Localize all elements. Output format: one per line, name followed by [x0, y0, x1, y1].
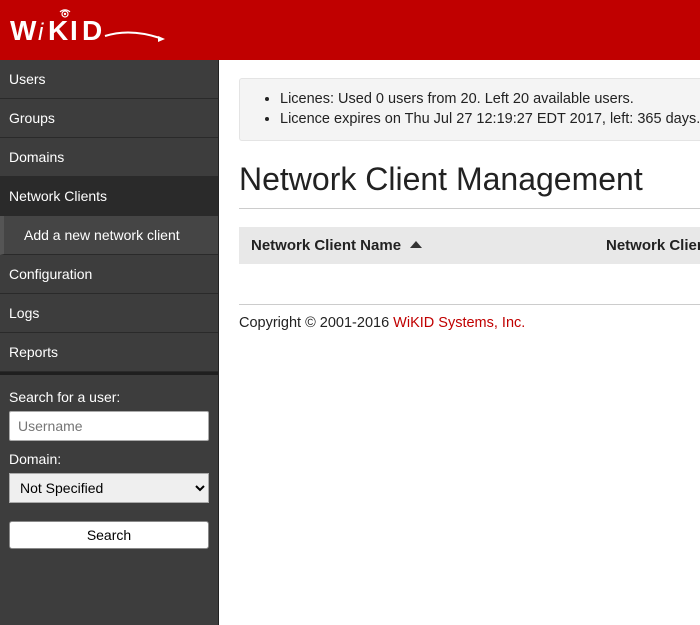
main-content: Licenes: Used 0 users from 20. Left 20 a… — [219, 60, 700, 625]
footer: Copyright © 2001-2016 WiKID Systems, Inc… — [239, 315, 700, 331]
search-user-label: Search for a user: — [9, 389, 209, 405]
column-header-name-label: Network Client Name — [251, 237, 401, 254]
search-user-input[interactable] — [9, 411, 209, 441]
sidebar-item-users[interactable]: Users — [0, 60, 218, 99]
header: W i K I D — [0, 0, 700, 60]
search-panel: Search for a user: Domain: Not Specified… — [0, 372, 218, 563]
copyright-text: Copyright © 2001-2016 — [239, 315, 393, 331]
svg-text:I: I — [70, 15, 78, 46]
sidebar-item-logs[interactable]: Logs — [0, 294, 218, 333]
footer-link[interactable]: WiKID Systems, Inc. — [393, 315, 525, 331]
svg-text:i: i — [38, 19, 44, 46]
sort-desc-icon — [409, 237, 423, 254]
column-header-name[interactable]: Network Client Name — [251, 237, 606, 254]
search-domain-select[interactable]: Not Specified — [9, 473, 209, 503]
title-divider — [239, 208, 700, 209]
svg-text:K: K — [48, 15, 68, 46]
table-header: Network Client Name Network Client IP — [239, 227, 700, 264]
license-line-1: Licenes: Used 0 users from 20. Left 20 a… — [280, 89, 700, 109]
nav: Users Groups Domains Network Clients Add… — [0, 60, 218, 372]
page-title: Network Client Management — [239, 161, 700, 198]
sidebar-item-network-clients[interactable]: Network Clients — [0, 177, 218, 216]
sidebar-item-groups[interactable]: Groups — [0, 99, 218, 138]
sidebar-subitem-add-network-client[interactable]: Add a new network client — [0, 216, 218, 255]
column-header-ip[interactable]: Network Client IP — [606, 237, 700, 254]
sidebar-item-configuration[interactable]: Configuration — [0, 255, 218, 294]
sidebar-item-domains[interactable]: Domains — [0, 138, 218, 177]
sidebar: Users Groups Domains Network Clients Add… — [0, 60, 219, 625]
license-line-2: Licence expires on Thu Jul 27 12:19:27 E… — [280, 109, 700, 129]
svg-text:W: W — [10, 15, 37, 46]
footer-divider — [239, 304, 700, 305]
license-notice: Licenes: Used 0 users from 20. Left 20 a… — [239, 78, 700, 141]
sidebar-item-reports[interactable]: Reports — [0, 333, 218, 372]
svg-text:D: D — [82, 15, 102, 46]
search-button[interactable]: Search — [9, 521, 209, 549]
search-domain-label: Domain: — [9, 451, 209, 467]
logo: W i K I D — [10, 8, 165, 53]
